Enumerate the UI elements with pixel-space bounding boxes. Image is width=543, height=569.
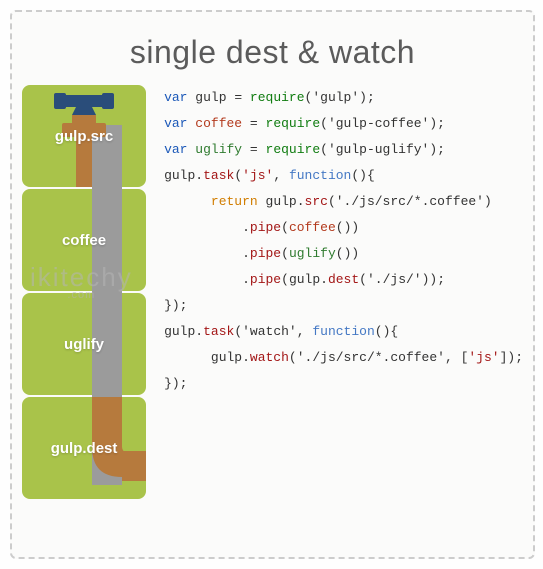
code-line: return gulp.src('./js/src/*.coffee') [164, 189, 523, 215]
code-line: var coffee = require('gulp-coffee'); [164, 111, 523, 137]
code-line: .pipe(coffee()) [164, 215, 523, 241]
pipeline-column: gulp.src coffee uglify gulp.dest [22, 85, 146, 499]
stage-label: coffee [62, 232, 106, 249]
stage-gulp-src: gulp.src [22, 85, 146, 187]
diagram-title: single dest & watch [12, 12, 533, 85]
code-line: gulp.task('watch', function(){ [164, 319, 523, 345]
stage-gulp-dest: gulp.dest [22, 397, 146, 499]
code-line: gulp.task('js', function(){ [164, 163, 523, 189]
diagram-container: single dest & watch gulp.src [10, 10, 535, 559]
code-line: }); [164, 371, 523, 397]
content-row: gulp.src coffee uglify gulp.dest [12, 85, 533, 499]
code-line: gulp.watch('./js/src/*.coffee', ['js']); [164, 345, 523, 371]
code-line: }); [164, 293, 523, 319]
code-line: .pipe(uglify()) [164, 241, 523, 267]
code-block: var gulp = require('gulp'); var coffee =… [146, 85, 523, 499]
stage-label: gulp.src [55, 128, 113, 145]
code-line: var gulp = require('gulp'); [164, 85, 523, 111]
stage-label: gulp.dest [51, 440, 118, 457]
code-line: .pipe(gulp.dest('./js/')); [164, 267, 523, 293]
stage-label: uglify [64, 336, 104, 353]
stage-coffee: coffee [22, 189, 146, 291]
code-line: var uglify = require('gulp-uglify'); [164, 137, 523, 163]
stage-uglify: uglify [22, 293, 146, 395]
